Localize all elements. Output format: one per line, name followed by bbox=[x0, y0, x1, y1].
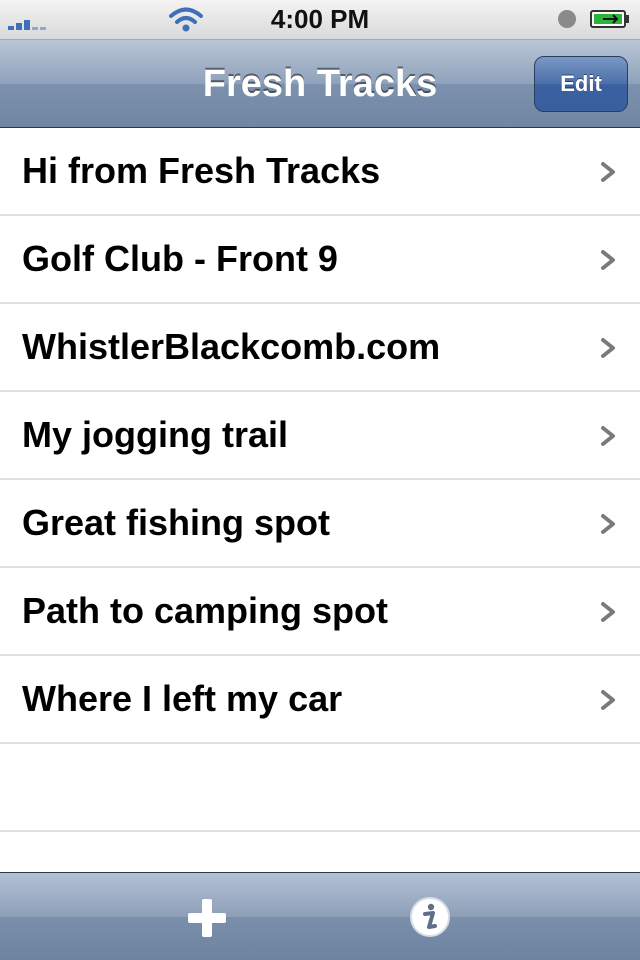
bottom-toolbar bbox=[0, 872, 640, 960]
track-label: Golf Club - Front 9 bbox=[22, 238, 338, 279]
list-item[interactable]: WhistlerBlackcomb.com bbox=[0, 304, 640, 392]
list-item[interactable]: Great fishing spot bbox=[0, 480, 640, 568]
chevron-right-icon bbox=[601, 690, 615, 710]
battery-charging-icon bbox=[590, 10, 629, 28]
plus-icon[interactable] bbox=[182, 893, 232, 943]
orientation-lock-icon bbox=[558, 10, 576, 28]
track-label: Path to camping spot bbox=[22, 590, 389, 631]
status-bar: 4:00 PM bbox=[0, 0, 640, 40]
chevron-right-icon bbox=[601, 426, 615, 446]
chevron-right-icon bbox=[601, 338, 615, 358]
list-item[interactable]: Where I left my car bbox=[0, 656, 640, 744]
status-time: 4:00 PM bbox=[270, 4, 370, 34]
app-screen: 4:00 PM Fresh Tracks Edit Hi from Fresh … bbox=[0, 0, 640, 960]
list-item[interactable]: Path to camping spot bbox=[0, 568, 640, 656]
list-item[interactable]: My jogging trail bbox=[0, 392, 640, 480]
track-label: WhistlerBlackcomb.com bbox=[22, 326, 441, 367]
edit-button[interactable]: Edit bbox=[534, 56, 628, 112]
track-label: Hi from Fresh Tracks bbox=[22, 150, 381, 191]
info-icon[interactable] bbox=[408, 895, 452, 939]
chevron-right-icon bbox=[601, 514, 615, 534]
track-label: Where I left my car bbox=[22, 678, 343, 719]
chevron-right-icon bbox=[601, 162, 615, 182]
track-label: My jogging trail bbox=[22, 414, 288, 455]
navigation-bar: Fresh Tracks Edit bbox=[0, 40, 640, 128]
list-item[interactable]: Hi from Fresh Tracks bbox=[0, 128, 640, 216]
chevron-right-icon bbox=[601, 602, 615, 622]
track-list: Hi from Fresh Tracks Golf Club - Front 9… bbox=[0, 128, 640, 872]
list-item[interactable]: Golf Club - Front 9 bbox=[0, 216, 640, 304]
track-label: Great fishing spot bbox=[22, 502, 331, 543]
chevron-right-icon bbox=[601, 250, 615, 270]
empty-list-row bbox=[0, 744, 640, 832]
